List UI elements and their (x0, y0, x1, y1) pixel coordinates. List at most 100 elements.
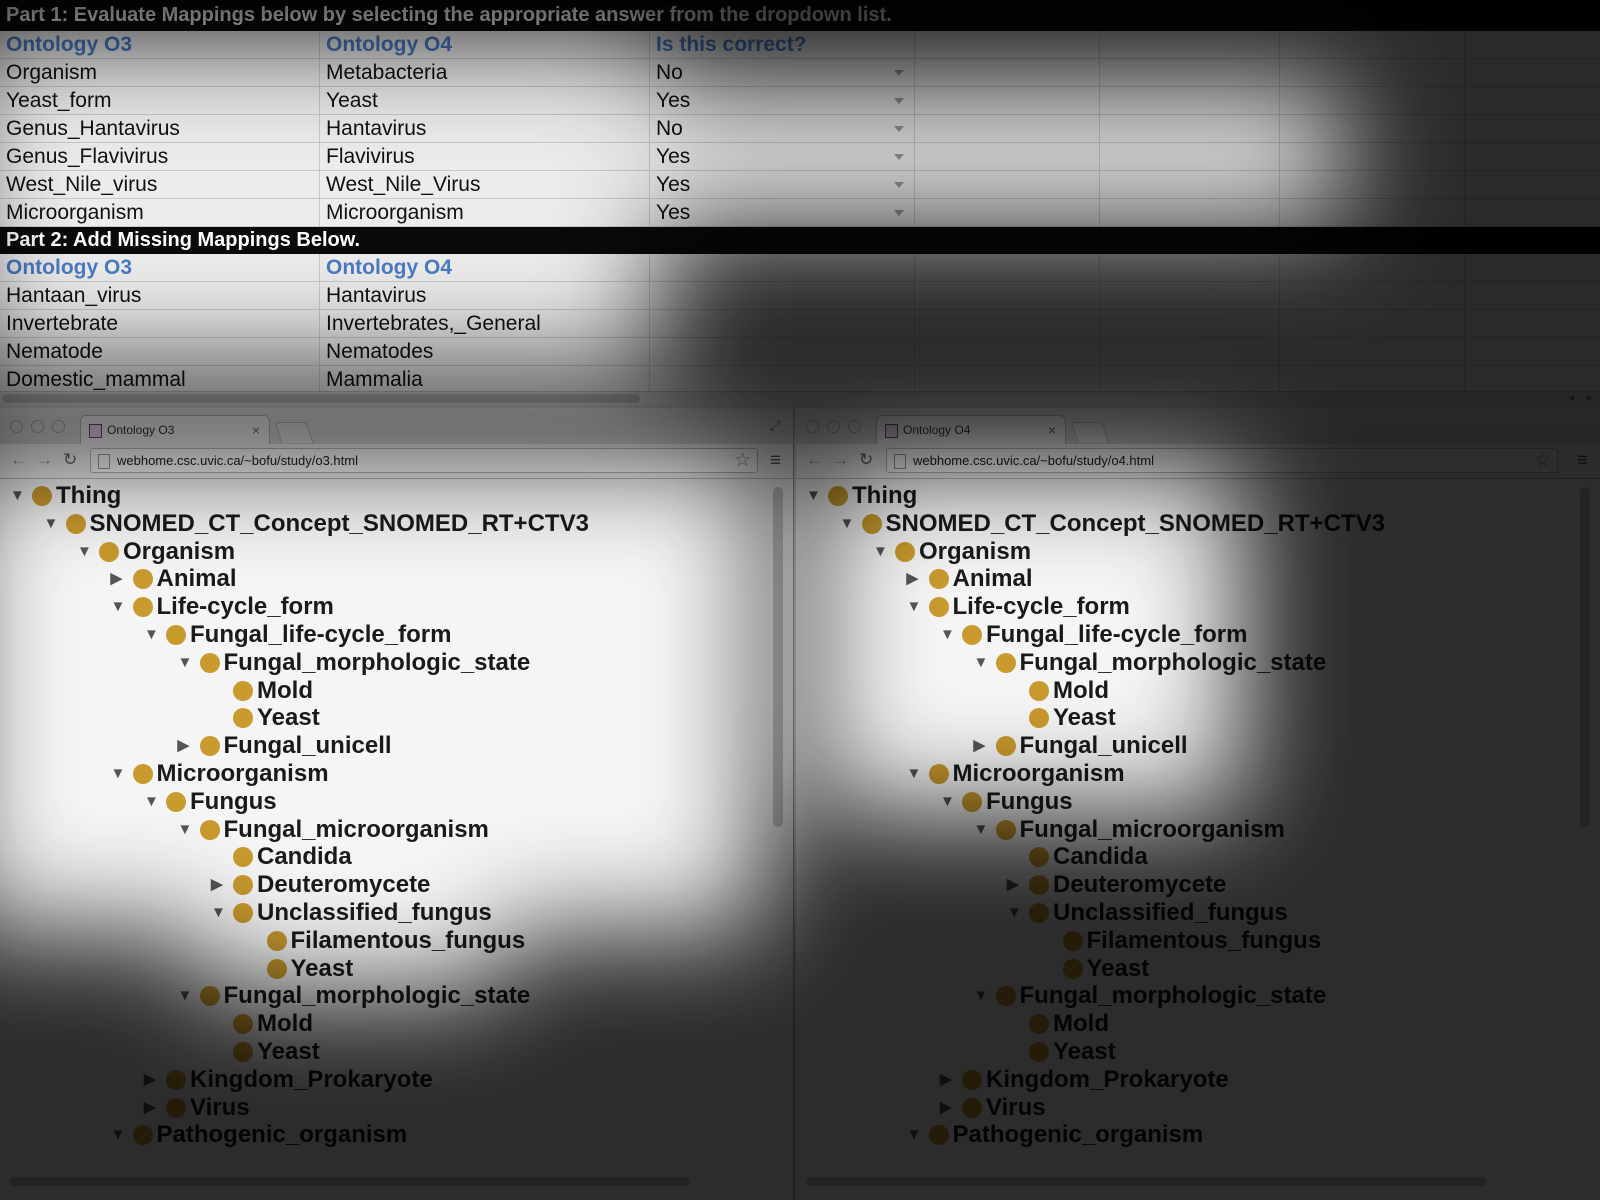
cell-ontology-o3[interactable]: Genus_Hantavirus (0, 115, 320, 142)
horizontal-scrollbar[interactable] (10, 1177, 690, 1186)
expand-triangle-icon[interactable]: ▼ (111, 1121, 133, 1149)
empty-cell[interactable] (915, 59, 1100, 86)
cell-ontology-o3[interactable]: Hantaan_virus (0, 282, 320, 309)
tree-node[interactable]: ▼ Fungal_morphologic_state (178, 982, 531, 1010)
empty-cell[interactable] (1280, 59, 1465, 86)
tree-node[interactable]: ▼ Fungus (940, 788, 1073, 816)
empty-cell[interactable] (1465, 366, 1600, 393)
empty-cell[interactable] (1280, 310, 1465, 337)
tree-node[interactable]: ▼ SNOMED_CT_Concept_SNOMED_RT+CTV3 (44, 510, 589, 538)
bookmark-star-icon[interactable]: ☆ (1534, 449, 1551, 473)
tree-node[interactable]: Yeast (211, 704, 320, 732)
tree-node[interactable]: ▼ Fungus (144, 788, 277, 816)
expand-triangle-icon[interactable]: ▼ (211, 899, 233, 927)
tree-node[interactable]: ▼ Fungal_life-cycle_form (144, 621, 451, 649)
cell-ontology-o4[interactable]: Invertebrates,_General (320, 310, 650, 337)
new-tab-button[interactable] (274, 422, 314, 443)
empty-cell[interactable] (1100, 310, 1280, 337)
collapse-triangle-icon[interactable]: ▶ (144, 1094, 166, 1122)
expand-triangle-icon[interactable]: ▼ (806, 482, 828, 510)
tree-node[interactable]: ▼ Unclassified_fungus (1007, 899, 1288, 927)
back-icon[interactable]: ← (10, 450, 27, 470)
cell-ontology-o3[interactable]: Nematode (0, 338, 320, 365)
expand-triangle-icon[interactable]: ▼ (907, 593, 929, 621)
empty-cell[interactable] (650, 366, 915, 393)
tree-node[interactable]: ▶ Kingdom_Prokaryote (144, 1066, 433, 1094)
empty-cell[interactable] (1280, 366, 1465, 393)
tree-node[interactable]: ▼ Microorganism (111, 760, 329, 788)
expand-triangle-icon[interactable]: ▼ (907, 760, 929, 788)
expand-triangle-icon[interactable]: ▼ (10, 482, 32, 510)
tree-node[interactable]: ▼ SNOMED_CT_Concept_SNOMED_RT+CTV3 (840, 510, 1385, 538)
expand-triangle-icon[interactable]: ▼ (840, 510, 862, 538)
empty-cell[interactable] (915, 282, 1100, 309)
cell-ontology-o3[interactable]: West_Nile_virus (0, 171, 320, 198)
expand-triangle-icon[interactable]: ▼ (940, 788, 962, 816)
tab-ontology-o3[interactable]: Ontology O3 × (80, 415, 270, 444)
tree-node[interactable]: ▼ Life-cycle_form (907, 593, 1130, 621)
scroll-left-icon[interactable]: ◂ (1569, 392, 1574, 405)
empty-cell[interactable] (1100, 143, 1280, 170)
expand-triangle-icon[interactable]: ▼ (144, 621, 166, 649)
tree-node[interactable]: Candida (211, 843, 352, 871)
cell-correct-select[interactable]: No (650, 115, 915, 142)
zoom-window-icon[interactable] (848, 420, 861, 433)
cell-ontology-o4[interactable]: Flavivirus (320, 143, 650, 170)
tree-node[interactable]: ▼ Thing (10, 482, 121, 510)
tree-node[interactable]: ▼ Microorganism (907, 760, 1125, 788)
reload-icon[interactable]: ↻ (63, 450, 77, 470)
tree-node[interactable]: Yeast (211, 1038, 320, 1066)
expand-triangle-icon[interactable]: ▼ (178, 816, 200, 844)
expand-triangle-icon[interactable]: ▼ (111, 760, 133, 788)
empty-cell[interactable] (1280, 143, 1465, 170)
empty-cell[interactable] (650, 282, 915, 309)
cell-ontology-o4[interactable]: Microorganism (320, 199, 650, 226)
empty-cell[interactable] (1100, 254, 1280, 281)
cell-ontology-o3[interactable]: Microorganism (0, 199, 320, 226)
expand-triangle-icon[interactable]: ▼ (1007, 899, 1029, 927)
expand-triangle-icon[interactable]: ▼ (44, 510, 66, 538)
expand-triangle-icon[interactable]: ▼ (178, 982, 200, 1010)
tree-node[interactable]: ▶ Animal (111, 565, 237, 593)
tree-node[interactable]: ▶ Deuteromycete (211, 871, 430, 899)
expand-triangle-icon[interactable]: ▼ (178, 649, 200, 677)
tree-node[interactable]: ▶ Virus (940, 1094, 1046, 1122)
collapse-triangle-icon[interactable]: ▶ (1007, 871, 1029, 899)
tree-node[interactable]: ▼ Fungal_life-cycle_form (940, 621, 1247, 649)
tab-ontology-o4[interactable]: Ontology O4 × (876, 415, 1066, 444)
empty-cell[interactable] (915, 338, 1100, 365)
tree-node[interactable]: ▼ Fungal_microorganism (974, 816, 1285, 844)
bookmark-star-icon[interactable]: ☆ (734, 449, 751, 473)
cell-ontology-o4[interactable]: Hantavirus (320, 282, 650, 309)
cell-ontology-o4[interactable]: Hantavirus (320, 115, 650, 142)
collapse-triangle-icon[interactable]: ▶ (907, 565, 929, 593)
empty-cell[interactable] (650, 254, 915, 281)
tree-node[interactable]: ▼ Organism (77, 538, 235, 566)
cell-ontology-o3[interactable]: Invertebrate (0, 310, 320, 337)
tree-node[interactable]: ▶ Animal (907, 565, 1033, 593)
empty-cell[interactable] (1280, 171, 1465, 198)
empty-cell[interactable] (915, 254, 1100, 281)
empty-cell[interactable] (1100, 115, 1280, 142)
expand-triangle-icon[interactable]: ▼ (873, 538, 895, 566)
empty-cell[interactable] (1465, 338, 1600, 365)
empty-cell[interactable] (1100, 338, 1280, 365)
cell-ontology-o4[interactable]: Metabacteria (320, 59, 650, 86)
collapse-triangle-icon[interactable]: ▶ (940, 1066, 962, 1094)
tree-node[interactable]: ▼ Pathogenic_organism (111, 1121, 408, 1149)
expand-triangle-icon[interactable]: ▼ (974, 982, 996, 1010)
tree-node[interactable]: ▶ Kingdom_Prokaryote (940, 1066, 1229, 1094)
empty-cell[interactable] (1100, 366, 1280, 393)
collapse-triangle-icon[interactable]: ▶ (178, 732, 200, 760)
empty-cell[interactable] (1465, 310, 1600, 337)
cell-ontology-o3[interactable]: Yeast_form (0, 87, 320, 114)
zoom-window-icon[interactable] (52, 420, 65, 433)
minimize-window-icon[interactable] (31, 420, 44, 433)
empty-cell[interactable] (1280, 338, 1465, 365)
collapse-triangle-icon[interactable]: ▶ (211, 871, 233, 899)
tree-node[interactable]: Filamentous_fungus (1041, 927, 1321, 955)
empty-cell[interactable] (1465, 282, 1600, 309)
expand-triangle-icon[interactable]: ▼ (77, 538, 99, 566)
tree-node[interactable]: ▶ Deuteromycete (1007, 871, 1226, 899)
address-bar[interactable]: webhome.csc.uvic.ca/~bofu/study/o4.html … (886, 448, 1558, 473)
